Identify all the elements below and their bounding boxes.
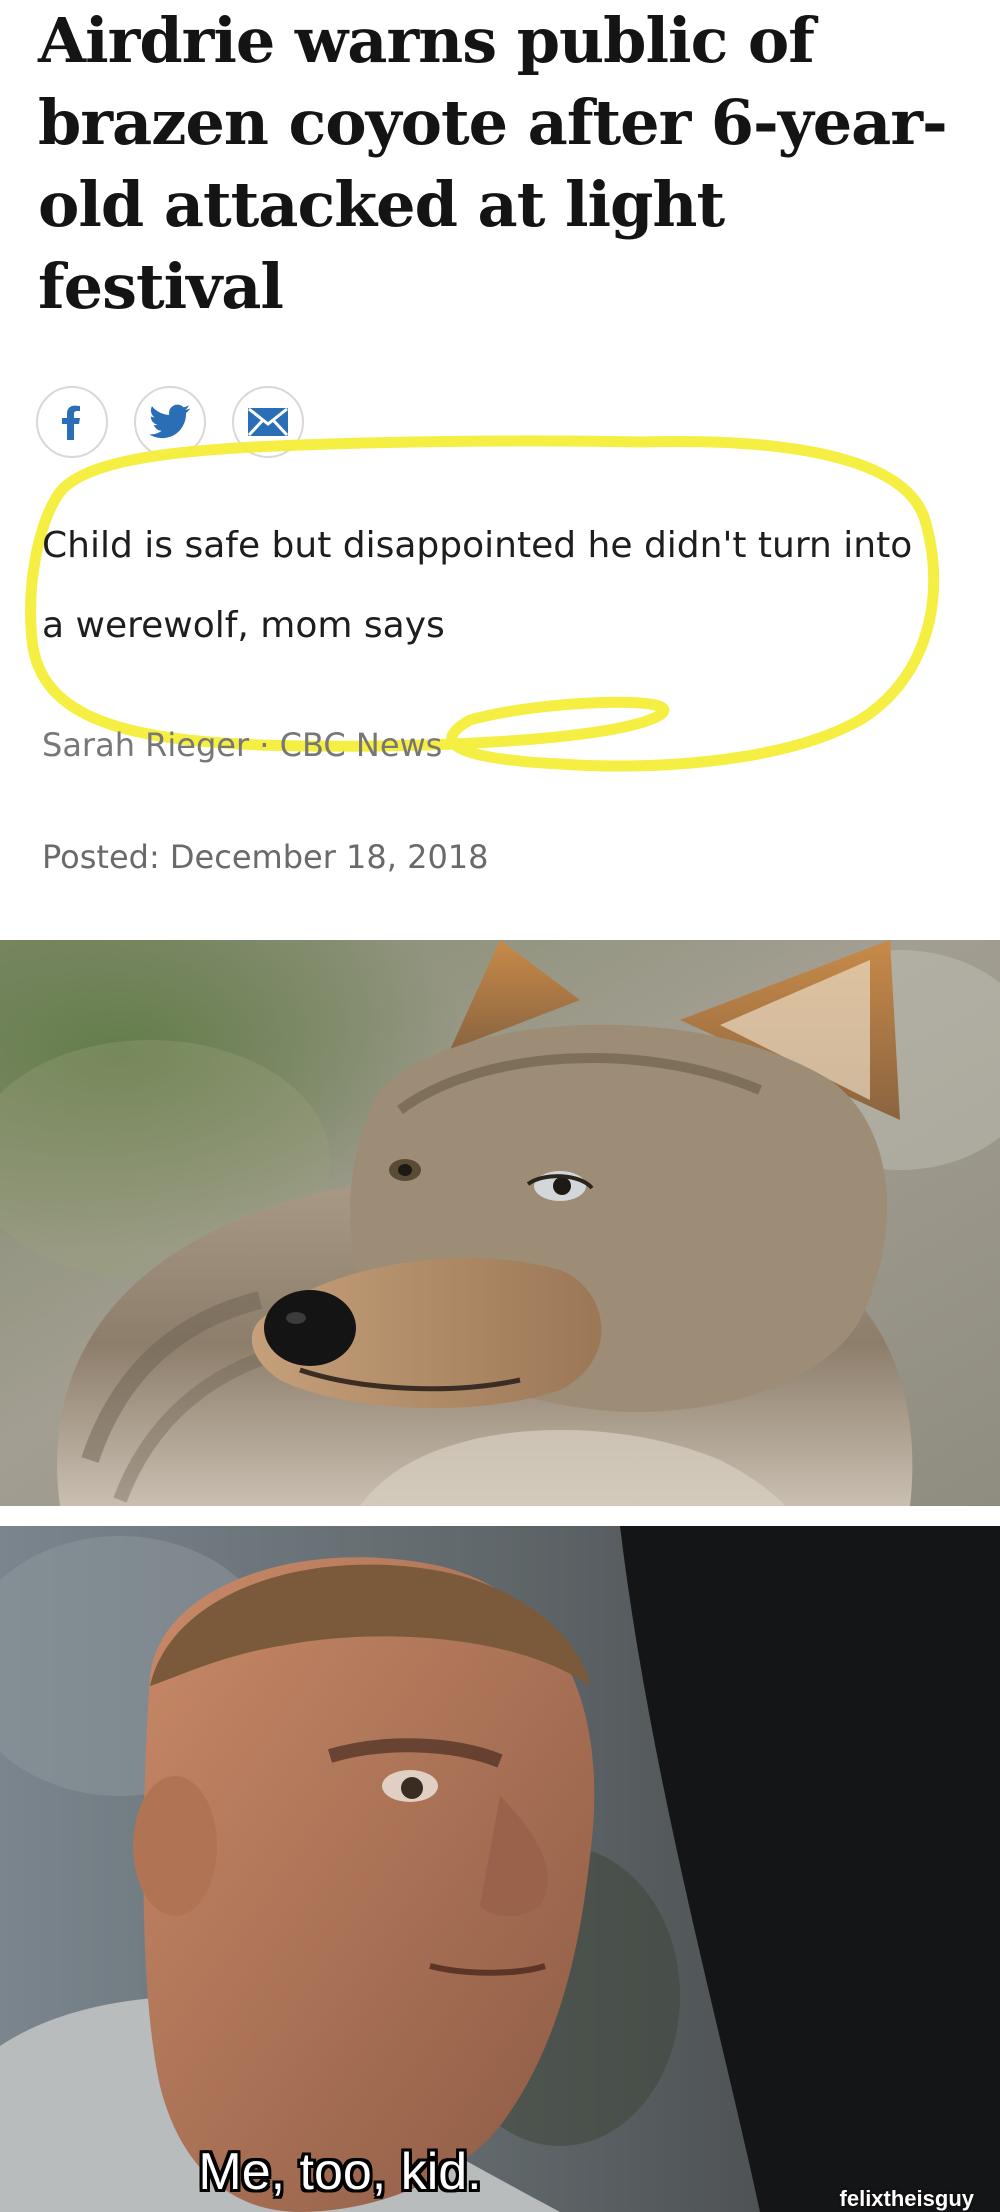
twitter-icon xyxy=(149,404,191,439)
article-byline: Sarah Rieger · CBC News xyxy=(42,726,443,764)
meme-image: Me, too, kid. felixtheisguy xyxy=(0,1526,1000,2212)
coyote-photo xyxy=(0,940,1000,1506)
article-subheadline: Child is safe but disappointed he didn't… xyxy=(42,525,913,646)
share-buttons xyxy=(36,386,304,462)
coyote-illustration xyxy=(0,940,1000,1506)
meme-illustration xyxy=(0,1526,1000,2212)
twitter-share-button[interactable] xyxy=(134,386,206,458)
image-divider xyxy=(0,1506,1000,1526)
facebook-share-button[interactable] xyxy=(36,386,108,458)
article-headline: Airdrie warns public of brazen coyote af… xyxy=(38,4,948,323)
posted-date: Posted: December 18, 2018 xyxy=(42,838,489,876)
facebook-icon xyxy=(62,405,80,440)
article-header: Airdrie warns public of brazen coyote af… xyxy=(0,0,1000,940)
email-icon xyxy=(247,407,289,437)
watermark: felixtheisguy xyxy=(839,2186,974,2211)
email-share-button[interactable] xyxy=(232,386,304,458)
